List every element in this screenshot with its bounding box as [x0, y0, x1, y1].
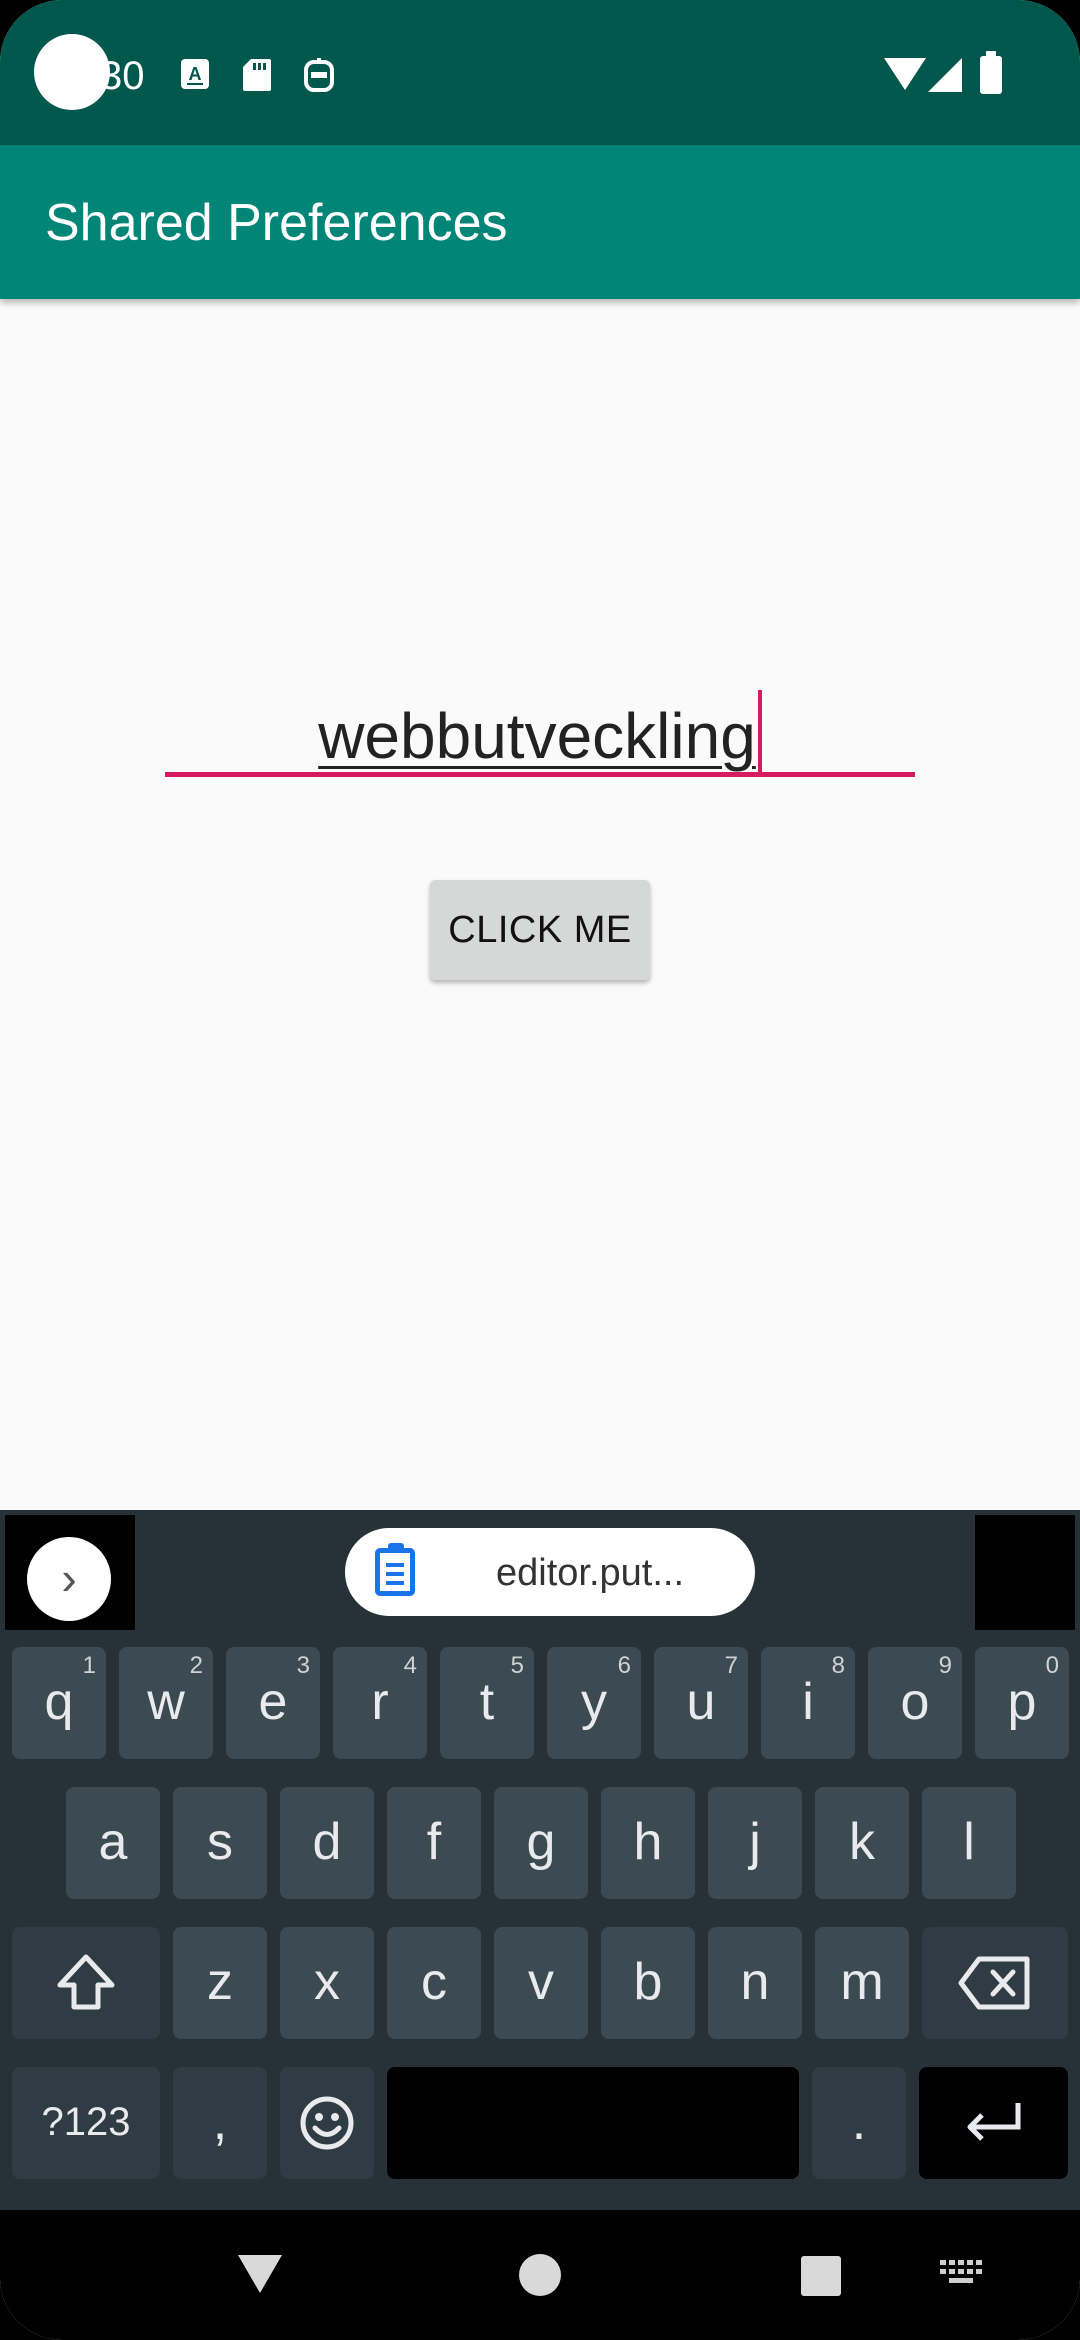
svg-text:A: A — [189, 64, 202, 84]
key-o[interactable]: o9 — [868, 1647, 962, 1759]
key-k[interactable]: k — [815, 1787, 909, 1899]
key-p[interactable]: p0 — [975, 1647, 1069, 1759]
suggestion-strip: › editor.put... — [0, 1510, 1080, 1630]
status-time: 30 — [100, 54, 145, 98]
key-g[interactable]: g — [494, 1787, 588, 1899]
app-icon — [304, 58, 334, 92]
camera-cutout — [34, 34, 110, 110]
device-screen: 30 A Shared Preferences webbutveckling C… — [0, 0, 1080, 2340]
expand-toolbar-button[interactable]: › — [27, 1537, 111, 1621]
shift-icon — [57, 1954, 115, 2010]
navigation-bar — [0, 2210, 1080, 2340]
key-r[interactable]: r4 — [333, 1647, 427, 1759]
key-z[interactable]: z — [173, 1927, 267, 2039]
input-underline — [165, 772, 915, 777]
recents-icon[interactable] — [801, 2256, 841, 2296]
key-m[interactable]: m — [815, 1927, 909, 2039]
clipboard-icon — [375, 1543, 415, 1596]
soft-keyboard: › editor.put... q1 w2 e3 r4 t5 y6 u7 i8 … — [0, 1510, 1080, 2210]
back-icon[interactable] — [238, 2255, 282, 2293]
sd-card-icon — [243, 59, 271, 91]
key-f[interactable]: f — [387, 1787, 481, 1899]
key-h[interactable]: h — [601, 1787, 695, 1899]
clipboard-suggestion-chip[interactable]: editor.put... — [345, 1528, 755, 1616]
key-y[interactable]: y6 — [547, 1647, 641, 1759]
shift-key[interactable] — [12, 1927, 160, 2039]
emoji-key[interactable] — [280, 2067, 374, 2179]
key-t[interactable]: t5 — [440, 1647, 534, 1759]
chevron-right-icon: › — [61, 1552, 77, 1604]
wifi-icon — [884, 58, 926, 90]
home-icon[interactable] — [519, 2254, 561, 2296]
key-e[interactable]: e3 — [226, 1647, 320, 1759]
text-input[interactable]: webbutveckling — [165, 672, 915, 782]
app-title: Shared Preferences — [45, 194, 508, 252]
comma-key[interactable]: , — [173, 2067, 267, 2179]
backspace-key[interactable] — [922, 1927, 1068, 2039]
clipboard-suggestion-text: editor.put... — [495, 1552, 684, 1594]
keyboard-switcher-icon[interactable] — [940, 2260, 984, 2288]
signal-icon — [928, 58, 962, 92]
notification-a-icon: A — [181, 59, 209, 89]
emoji-icon — [300, 2096, 354, 2150]
key-u[interactable]: u7 — [654, 1647, 748, 1759]
symbols-key[interactable]: ?123 — [12, 2067, 160, 2179]
battery-icon — [980, 51, 1002, 94]
status-bar: 30 A — [0, 0, 1080, 145]
enter-icon — [967, 2103, 1020, 2141]
text-cursor — [757, 690, 762, 776]
period-key[interactable]: . — [812, 2067, 906, 2179]
key-s[interactable]: s — [173, 1787, 267, 1899]
enter-key[interactable] — [919, 2067, 1068, 2179]
key-b[interactable]: b — [601, 1927, 695, 2039]
click-me-button[interactable]: CLICK ME — [430, 880, 650, 980]
key-j[interactable]: j — [708, 1787, 802, 1899]
key-v[interactable]: v — [494, 1927, 588, 2039]
key-a[interactable]: a — [66, 1787, 160, 1899]
key-n[interactable]: n — [708, 1927, 802, 2039]
key-d[interactable]: d — [280, 1787, 374, 1899]
key-q[interactable]: q1 — [12, 1647, 106, 1759]
space-key[interactable] — [387, 2067, 799, 2179]
key-i[interactable]: i8 — [761, 1647, 855, 1759]
key-x[interactable]: x — [280, 1927, 374, 2039]
key-l[interactable]: l — [922, 1787, 1016, 1899]
key-w[interactable]: w2 — [119, 1647, 213, 1759]
input-value: webbutveckling — [318, 700, 756, 772]
app-bar: Shared Preferences — [0, 145, 1080, 299]
backspace-icon — [958, 1956, 1030, 2010]
key-c[interactable]: c — [387, 1927, 481, 2039]
